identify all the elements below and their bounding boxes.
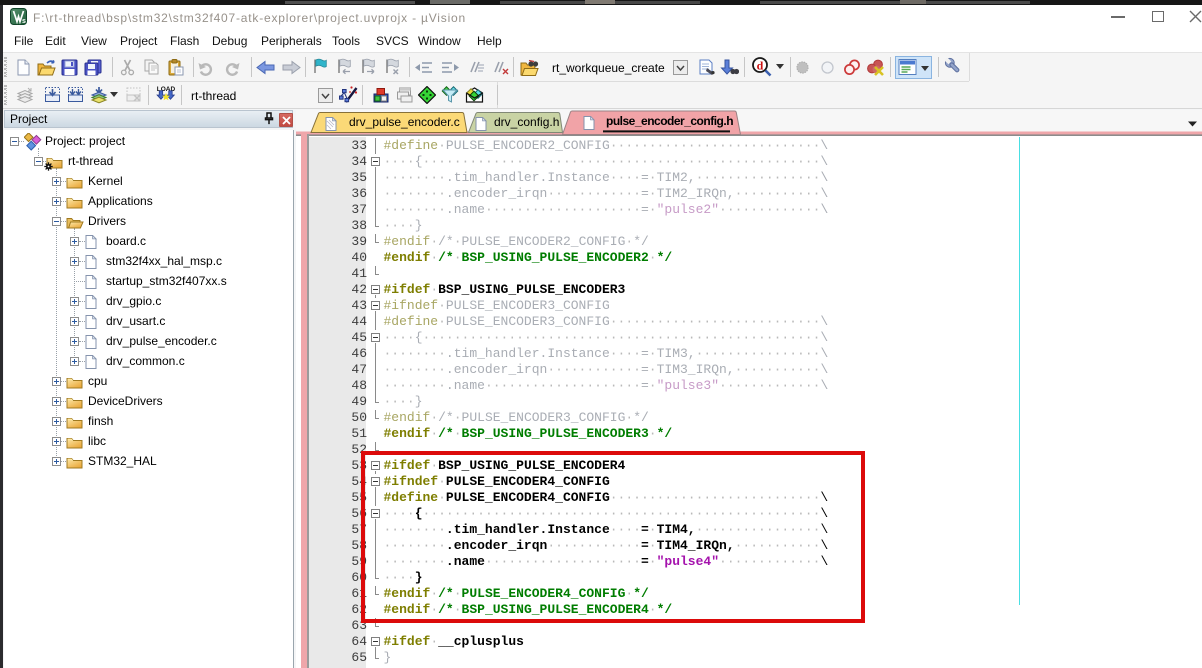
svg-text:d: d bbox=[757, 58, 764, 72]
svg-text:s: s bbox=[22, 18, 26, 25]
